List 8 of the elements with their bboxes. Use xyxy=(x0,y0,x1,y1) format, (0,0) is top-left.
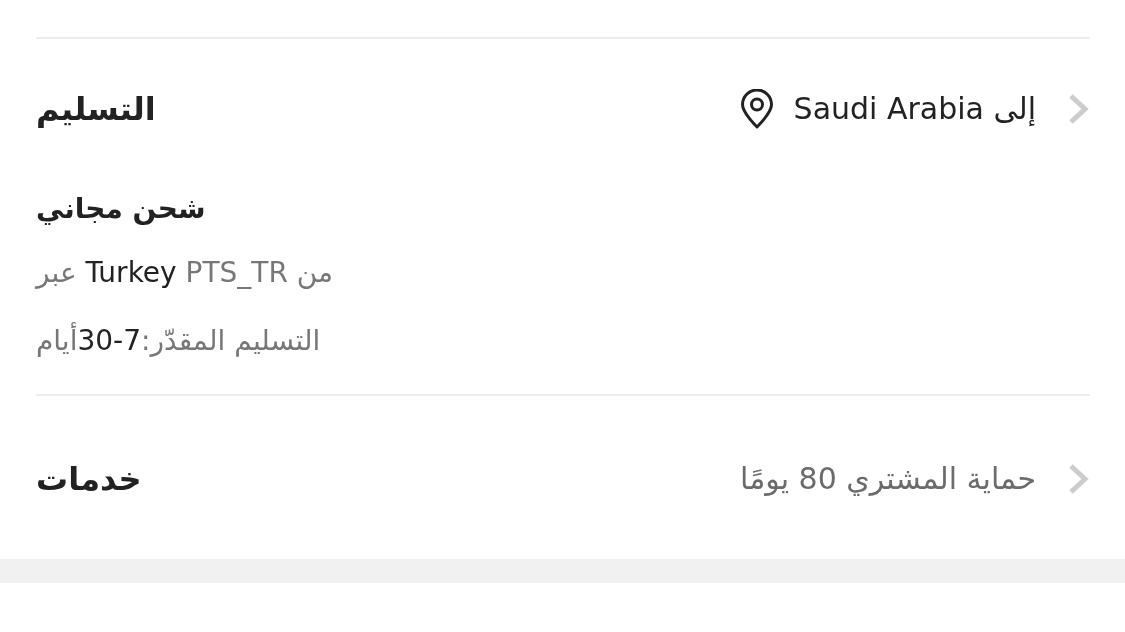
shipping-method: شحن مجاني xyxy=(36,191,206,227)
chevron-right-icon xyxy=(1068,92,1090,126)
location-pin-icon xyxy=(739,89,774,129)
destination-selector[interactable]: إلى Saudi Arabia xyxy=(739,87,1090,131)
section-title: خدمات xyxy=(36,459,142,500)
chevron-right-icon xyxy=(1068,462,1090,496)
buyer-protection-link[interactable]: حماية المشتري 80 يومًا xyxy=(740,457,1090,501)
section-title: التسليم xyxy=(36,89,156,130)
